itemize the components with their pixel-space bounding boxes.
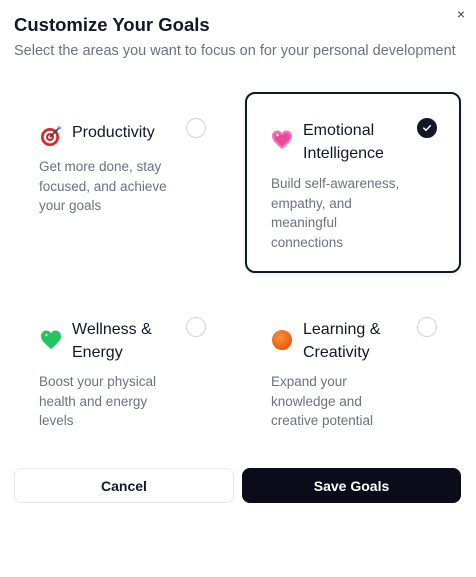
- save-goals-button[interactable]: Save Goals: [242, 468, 461, 503]
- goal-radio[interactable]: [417, 317, 437, 337]
- goal-title: Wellness & Energy: [72, 321, 152, 361]
- orange-circle-icon: [271, 329, 293, 351]
- goal-description: Boost your physical health and energy le…: [39, 374, 157, 428]
- goal-radio-checked[interactable]: [417, 118, 437, 138]
- goal-radio[interactable]: [186, 317, 206, 337]
- goal-title: Emotional Intelligence: [303, 122, 384, 162]
- goal-card-emotional-intelligence[interactable]: Emotional Intelligence Build self-awaren…: [245, 92, 461, 273]
- goal-description: Get more done, stay focused, and achieve…: [39, 159, 167, 213]
- dialog-title: Customize Your Goals: [14, 14, 210, 35]
- green-heart-icon: [40, 329, 62, 351]
- cancel-button[interactable]: Cancel: [14, 468, 234, 503]
- pink-heart-icon: [271, 129, 293, 151]
- goal-radio[interactable]: [186, 118, 206, 138]
- goal-title: Learning & Creativity: [303, 321, 381, 361]
- goal-title: Productivity: [72, 124, 155, 141]
- goal-card-learning-creativity[interactable]: Learning & Creativity Expand your knowle…: [245, 292, 461, 442]
- goal-card-wellness-energy[interactable]: Wellness & Energy Boost your physical he…: [14, 292, 230, 442]
- close-icon[interactable]: ×: [453, 6, 469, 22]
- customize-goals-dialog: × Customize Your Goals Select the areas …: [0, 0, 476, 577]
- dialog-subtitle: Select the areas you want to focus on fo…: [14, 43, 456, 59]
- goal-description: Build self-awareness, empathy, and meani…: [271, 176, 400, 250]
- target-icon: [40, 125, 62, 147]
- checkmark-icon: [422, 123, 432, 133]
- goal-description: Expand your knowledge and creative poten…: [271, 374, 374, 428]
- goal-card-productivity[interactable]: Productivity Get more done, stay focused…: [14, 92, 230, 272]
